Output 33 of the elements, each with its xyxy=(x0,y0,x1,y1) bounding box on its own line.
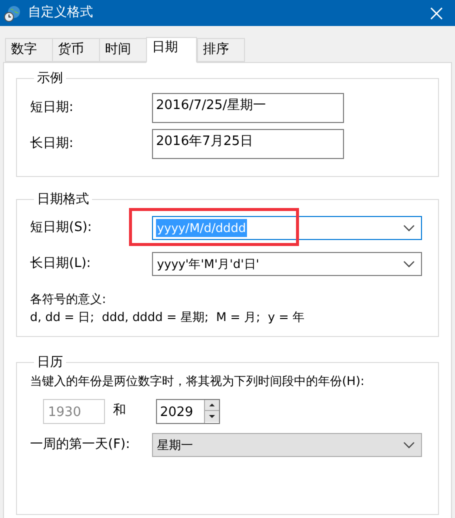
two-digit-year-label: 当键入的年份是两位数字时，将其视为下列时间段中的年份(H): xyxy=(29,373,366,390)
spin-value: 2029 xyxy=(159,404,194,422)
chevron-down-icon xyxy=(403,224,415,232)
tab[interactable]: 排序 xyxy=(197,38,245,62)
sample-field: 2016/7/25/星期一 xyxy=(152,93,344,123)
sample-field: 2016年7月25日 xyxy=(152,129,344,159)
group-title: 日历 xyxy=(36,355,64,370)
tab[interactable]: 日期 xyxy=(146,37,197,63)
chevron-down-icon xyxy=(403,441,415,449)
tab[interactable]: 时间 xyxy=(99,38,147,62)
legend-text: d, dd = 日; ddd, dddd = 星期; M = 月; y = 年 xyxy=(29,309,306,326)
dropdown-value: yyyy'年'M'月'd'日' xyxy=(156,256,260,273)
field-label: 短日期: xyxy=(29,99,74,118)
chevron-down-icon xyxy=(403,260,415,268)
dropdown-value: yyyy/M/d/dddd xyxy=(156,219,247,237)
and-label: 和 xyxy=(113,402,127,420)
field-label: 长日期(L): xyxy=(29,255,92,274)
field-label: 一周的第一天(F): xyxy=(29,436,132,454)
dropdown-value: 星期一 xyxy=(156,437,194,454)
year-spin-field[interactable]: 2029 xyxy=(156,398,220,424)
tab[interactable]: 数字 xyxy=(5,38,53,62)
spin-down-icon[interactable] xyxy=(205,410,219,422)
tab[interactable]: 货币 xyxy=(52,38,100,62)
field-label: 短日期(S): xyxy=(29,219,93,238)
group-title: 日期格式 xyxy=(36,192,90,207)
spin-up-icon[interactable] xyxy=(205,400,219,410)
globe-clock-icon xyxy=(4,4,21,22)
field-label: 长日期: xyxy=(29,135,74,154)
group-title: 示例 xyxy=(36,71,64,86)
legend-title: 各符号的意义: xyxy=(29,291,108,308)
close-icon xyxy=(430,6,442,20)
format-dropdown[interactable]: yyyy'年'M'月'd'日' xyxy=(152,252,422,276)
window-title: 自定义格式 xyxy=(28,4,94,22)
